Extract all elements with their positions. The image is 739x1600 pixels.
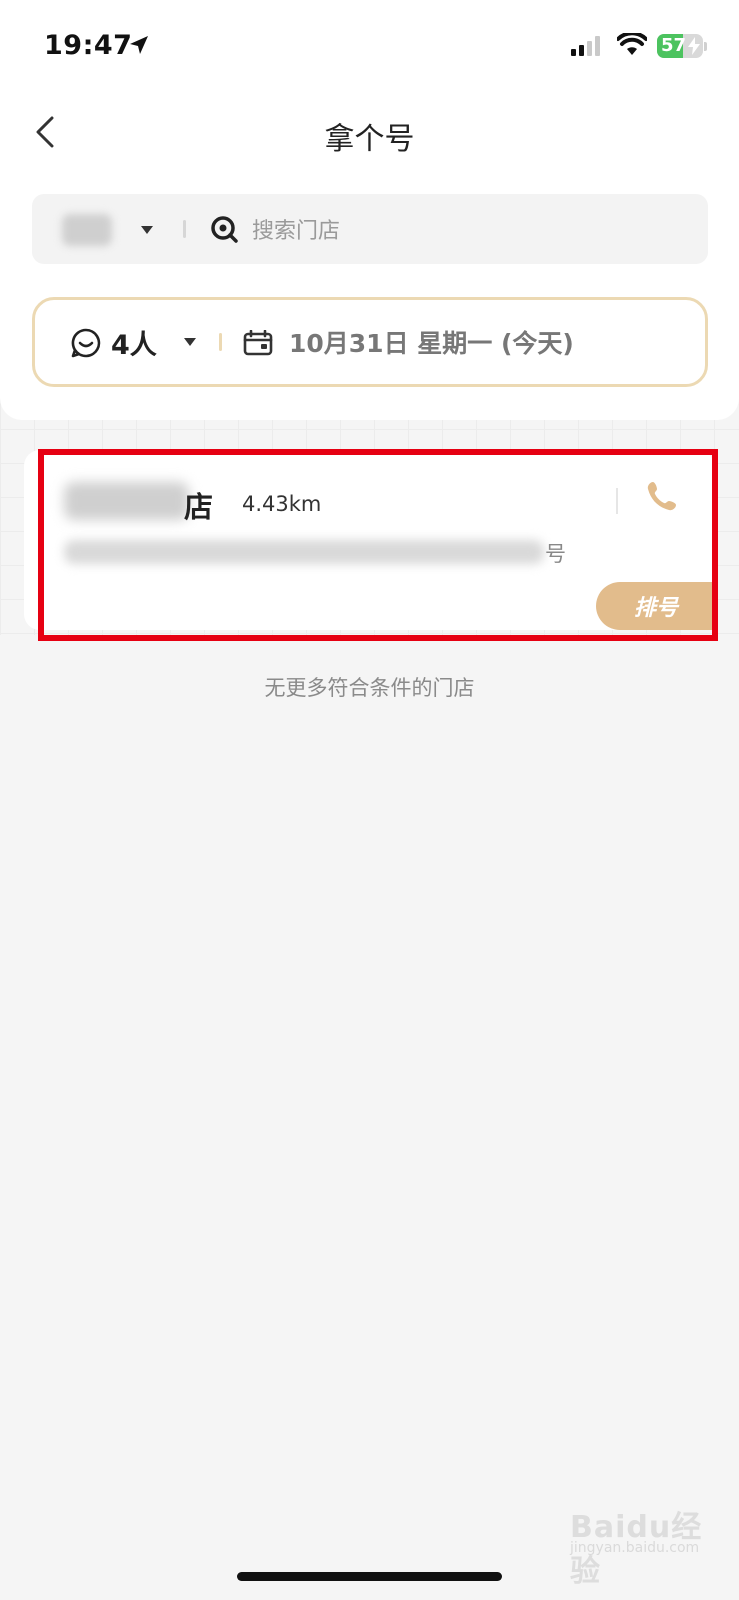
charging-bolt-icon: [688, 37, 700, 55]
search-bar: [32, 194, 708, 264]
filter-bar: 4人 10月31日 星期一 (今天): [32, 297, 708, 387]
caret-down-icon[interactable]: [140, 225, 154, 235]
search-input[interactable]: [252, 216, 672, 246]
phone-divider: [616, 488, 618, 514]
baidu-jingyan-watermark: Baidu经验 jingyan.baidu.com: [560, 1500, 720, 1589]
filter-divider: [219, 333, 222, 351]
search-divider: [183, 220, 186, 238]
wifi-icon: [617, 33, 647, 55]
home-indicator[interactable]: [237, 1572, 502, 1581]
watermark-url: jingyan.baidu.com: [570, 1540, 700, 1556]
store-card[interactable]: 店 4.43km 号 排号: [24, 450, 714, 630]
calendar-icon[interactable]: [243, 330, 273, 356]
city-selector[interactable]: [62, 214, 112, 246]
signal-icon: [571, 36, 600, 56]
caret-down-icon[interactable]: [183, 337, 197, 347]
battery-text: 57: [661, 35, 687, 56]
store-name-redacted: [64, 482, 189, 520]
location-arrow-icon: [130, 36, 148, 54]
list-end-message: 无更多符合条件的门店: [264, 676, 475, 700]
page-title: 拿个号: [324, 122, 415, 157]
store-name: 店: [184, 490, 214, 524]
search-icon: [211, 216, 238, 243]
phone-icon[interactable]: [646, 480, 678, 512]
battery-cap: [704, 42, 707, 51]
store-address: 号: [545, 542, 566, 566]
people-count[interactable]: 4人: [111, 323, 157, 362]
chat-face-icon[interactable]: [71, 328, 101, 358]
top-panel: 19:47 57 拿个号 搜索门店 4人 10月31日 星期一 (今天): [0, 0, 739, 420]
battery-icon: 57: [657, 34, 703, 58]
queue-button[interactable]: 排号: [596, 582, 714, 630]
status-time: 19:47: [44, 30, 133, 61]
store-address-redacted: [64, 540, 544, 564]
store-distance: 4.43km: [242, 492, 322, 516]
date-selector[interactable]: 10月31日 星期一 (今天): [289, 324, 574, 360]
